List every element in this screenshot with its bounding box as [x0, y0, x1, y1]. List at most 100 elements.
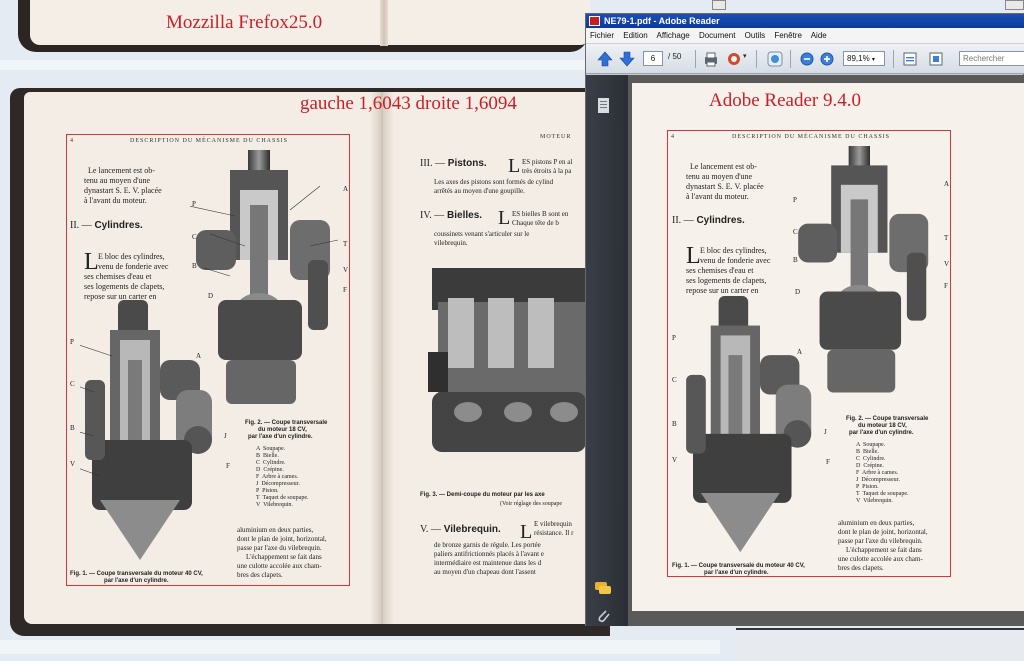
zoom-value: 89,1%	[847, 54, 870, 63]
zoom-field[interactable]: 89,1% ▾	[843, 51, 885, 66]
section-number: II. —	[672, 215, 694, 226]
menu-outils[interactable]: Outils	[745, 31, 765, 40]
toolbar-separator	[893, 50, 894, 68]
legend-v: V Vilebrequin.	[856, 498, 893, 504]
fig1-caption-1: Fig. 1. — Coupe transversale du moteur 4…	[70, 571, 203, 577]
legend-t: T Taquet de soupape.	[856, 491, 909, 497]
menu-affichage[interactable]: Affichage	[657, 31, 690, 40]
attachments-paperclip-icon[interactable]	[595, 607, 611, 625]
label-p-fig1: P	[70, 338, 74, 346]
comments-panel-icon[interactable]	[594, 580, 612, 596]
vilebrequin-body-3: intermédiaire est maintenue dans les d	[434, 559, 542, 567]
toolbar-separator	[695, 50, 696, 68]
reader-intro-line-2: tenu au moyen d'une	[686, 172, 753, 181]
fig1-caption-2: par l'axe d'un cylindre.	[104, 578, 169, 584]
body-line-1: E bloc des cylindres,	[98, 252, 165, 261]
menu-edition[interactable]: Edition	[623, 31, 647, 40]
label-t-fig2: T	[343, 240, 348, 248]
lower-text-6: bres des clapets.	[237, 571, 283, 579]
pages-panel-icon[interactable]	[596, 97, 612, 115]
reader-fig2-caption-3: par l'axe d'un cylindre.	[849, 430, 914, 436]
lower-text-5: une culotte accolée aux cham-	[237, 562, 322, 570]
legend-t: T Taquet de soupape.	[256, 495, 309, 501]
menu-aide[interactable]: Aide	[811, 31, 827, 40]
legend-j: J Décompresseur.	[856, 477, 900, 483]
bielles-body-2: vilebrequin.	[434, 239, 468, 247]
book-gutter	[370, 92, 394, 624]
lower-text-1: aluminium en deux parties,	[237, 526, 314, 534]
section-title: Cylindres.	[696, 215, 745, 226]
print-icon[interactable]	[702, 50, 720, 68]
intro-line-4: à l'avant du moteur.	[84, 196, 147, 205]
reader-fig2-caption-2: du moteur 18 CV,	[858, 423, 907, 429]
legend-f: F Arbre à cames.	[256, 474, 299, 480]
engine-drawing-fig1	[80, 300, 212, 560]
fit-width-icon[interactable]	[901, 50, 919, 68]
bielles-line-2: Chaque tête de b	[512, 219, 559, 227]
fig2-caption-3: par l'axe d'un cylindre.	[248, 434, 313, 440]
reader-label-c-fig2: C	[793, 228, 798, 236]
reader-label-t-fig2: T	[944, 234, 949, 242]
reader-section-cylindres: II. — Cylindres.	[672, 215, 745, 226]
legend-p: P Piston.	[256, 488, 279, 494]
engine-drawing-fig3	[428, 268, 586, 452]
section-title: Vilebrequin.	[443, 524, 501, 535]
share-icon[interactable]	[726, 50, 744, 68]
ratio-label: gauche 1,6043 droite 1,6094	[300, 93, 517, 114]
section-pistons: III. — Pistons.	[420, 158, 487, 169]
reader-page-number: 4	[671, 134, 675, 140]
label-p-fig2: P	[192, 200, 196, 208]
menu-fichier[interactable]: Fichier	[590, 31, 614, 40]
reader-intro-line-4: à l'avant du moteur.	[686, 192, 749, 201]
legend-b: B Bielle.	[256, 453, 279, 459]
label-a-fig1: A	[196, 352, 202, 360]
page-total: / 50	[668, 52, 682, 61]
reader-body-line-5: repose sur un carter en	[686, 286, 759, 295]
scroll-up-arrow[interactable]	[712, 0, 726, 10]
drop-cap: L	[508, 155, 521, 177]
toolbar-separator	[756, 50, 757, 68]
window-titlebar[interactable]: NE79-1.pdf - Adobe Reader	[586, 14, 1024, 28]
vilebrequin-line-2: résistance. Il r	[534, 529, 574, 537]
menu-document[interactable]: Document	[699, 31, 735, 40]
reader-lower-text-5: une culotte accolée aux cham-	[838, 555, 923, 563]
zoom-dropdown-icon: ▾	[871, 57, 875, 63]
share-dropdown-icon[interactable]: ▾	[743, 52, 747, 60]
reader-intro-line-1: Le lancement est ob-	[690, 162, 757, 171]
reader-fig1-caption-2: par l'axe d'un cylindre.	[704, 570, 769, 576]
zoom-out-icon[interactable]	[798, 50, 816, 68]
body-line-4: ses logements de clapets,	[84, 282, 165, 291]
search-placeholder: Rechercher	[963, 54, 1005, 63]
body-line-2: venu de fonderie avec	[98, 262, 169, 271]
page-number-field[interactable]: 6	[643, 51, 663, 66]
reader-lower-text-3: passe par l'axe du vilebrequin.	[838, 537, 923, 545]
intro-line-1: Le lancement est ob-	[88, 166, 155, 175]
pistons-body-1: Les axes des pistons sont formés de cyli…	[434, 178, 554, 186]
search-input[interactable]: Rechercher	[959, 51, 1024, 66]
fig3-caption: Fig. 3. — Demi-coupe du moteur par les a…	[420, 492, 545, 498]
intro-line-2: tenu au moyen d'une	[84, 176, 151, 185]
legend-j: J Décompresseur.	[256, 481, 300, 487]
reader-intro-line-3: dynastart S. E. V. placée	[686, 182, 764, 191]
zoom-in-icon[interactable]	[818, 50, 836, 68]
vilebrequin-line-1: E vilebrequin	[534, 520, 572, 528]
window-control[interactable]	[1005, 0, 1024, 10]
next-page-arrow-icon[interactable]	[618, 50, 636, 68]
section-vilebrequin: V. — Vilebrequin.	[420, 524, 501, 535]
previous-page-arrow-icon[interactable]	[596, 50, 614, 68]
reader-lower-text-1: aluminium en deux parties,	[838, 519, 915, 527]
toolbar: 6 / 50 ▾ 89,1% ▾ Rechercher	[586, 44, 1024, 74]
reader-page-header: DESCRIPTION DU MÉCANISME DU CHASSIS	[732, 134, 891, 140]
section-number: III. —	[420, 158, 445, 169]
label-v-fig2: V	[343, 266, 349, 274]
reader-label-p-fig2: P	[793, 196, 797, 204]
hand-tool-icon[interactable]	[766, 50, 784, 68]
fit-page-icon[interactable]	[927, 50, 945, 68]
vilebrequin-body-1: de bronze garnis de régule. Les portée	[434, 541, 541, 549]
reader-body-line-1: E bloc des cylindres,	[700, 246, 767, 255]
reader-fig2-caption-1: Fig. 2. — Coupe transversale	[846, 416, 929, 422]
label-a-fig2: A	[343, 185, 349, 193]
menu-fenetre[interactable]: Fenêtre	[774, 31, 802, 40]
reader-label-b-fig2: B	[793, 256, 798, 264]
reader-label-f-fig2: F	[944, 282, 948, 290]
